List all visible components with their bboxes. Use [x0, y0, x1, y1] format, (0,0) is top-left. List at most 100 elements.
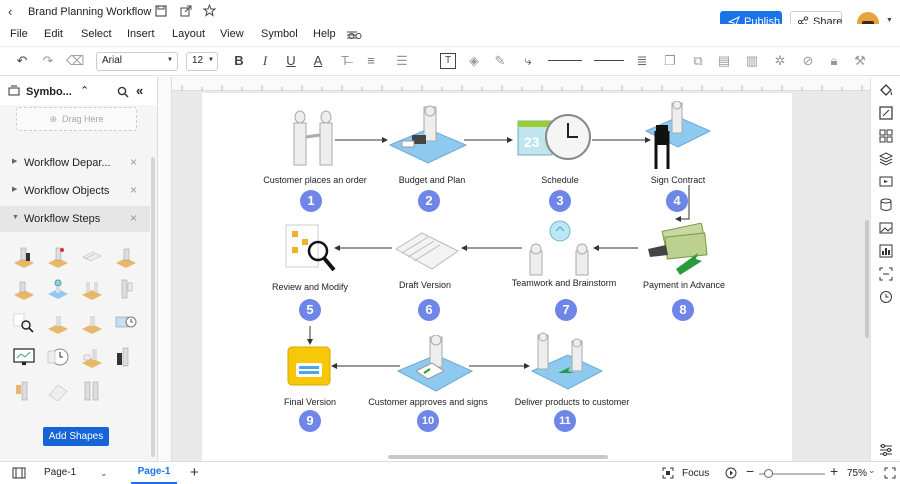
shape-thumb[interactable]: [80, 245, 104, 269]
step-label[interactable]: Draft Version: [382, 280, 468, 290]
menu-help[interactable]: Help: [313, 28, 336, 40]
align-objects-icon[interactable]: ▤: [716, 53, 732, 69]
step-label[interactable]: Customer approves and signs: [362, 397, 494, 407]
tools-icon[interactable]: ⚒: [852, 53, 868, 69]
shape-thumb[interactable]: [80, 277, 104, 301]
text-style-icon[interactable]: T̶: [337, 53, 353, 69]
menu-view[interactable]: View: [220, 28, 244, 40]
step-label[interactable]: Review and Modify: [260, 282, 360, 292]
arrow-style-select[interactable]: [594, 60, 624, 61]
shape-thumb[interactable]: [114, 245, 138, 269]
redo-icon[interactable]: ↷: [40, 53, 56, 69]
text-box-icon[interactable]: T: [440, 53, 456, 69]
fit-icon[interactable]: [879, 267, 893, 281]
step-label[interactable]: Schedule: [522, 175, 598, 185]
step-label[interactable]: Deliver products to customer: [502, 397, 642, 407]
grid-icon[interactable]: [879, 129, 893, 143]
menu-symbol[interactable]: Symbol: [261, 28, 298, 40]
collapse-panel-icon[interactable]: «: [136, 83, 143, 98]
document-title[interactable]: Brand Planning Workflow: [28, 6, 151, 18]
zoom-value[interactable]: 75%: [847, 468, 867, 479]
fill-icon[interactable]: ◈: [466, 53, 482, 69]
fill-bucket-icon[interactable]: [879, 83, 893, 97]
star-icon[interactable]: [203, 4, 216, 17]
font-family-select[interactable]: Arial ▼: [96, 52, 178, 71]
step-label[interactable]: Final Version: [268, 397, 352, 407]
binoculars-icon[interactable]: [348, 30, 362, 40]
hide-icon[interactable]: ⊘: [800, 53, 816, 69]
font-size-select[interactable]: 12 ▼: [186, 52, 218, 71]
section-workflow-departments[interactable]: ▶ Workflow Depar... ×: [0, 150, 150, 176]
close-icon[interactable]: ×: [130, 211, 137, 225]
group-icon[interactable]: ❐: [662, 53, 678, 69]
underline-icon[interactable]: U: [283, 53, 299, 69]
shape-thumb[interactable]: [114, 311, 138, 335]
menu-file[interactable]: File: [10, 28, 28, 40]
step-label[interactable]: Customer places an order: [252, 175, 378, 185]
layers-icon[interactable]: [879, 152, 893, 166]
search-icon[interactable]: [117, 86, 129, 98]
page-layout-icon[interactable]: [12, 467, 26, 479]
step-label[interactable]: Budget and Plan: [382, 175, 482, 185]
page-select[interactable]: Page-1 ⌄: [44, 467, 110, 481]
collapse-up-icon[interactable]: ⌃: [80, 84, 89, 97]
shape-thumb[interactable]: [12, 277, 36, 301]
shape-thumb[interactable]: [46, 311, 70, 335]
undo-icon[interactable]: ↶: [14, 53, 30, 69]
focus-icon[interactable]: [662, 467, 674, 479]
shape-thumb[interactable]: [80, 345, 104, 369]
presentation-icon[interactable]: [879, 175, 893, 189]
connector-icon[interactable]: ⤷: [520, 53, 536, 69]
zoom-in-icon[interactable]: +: [830, 463, 838, 479]
add-shapes-button[interactable]: Add Shapes: [43, 427, 109, 446]
step-label[interactable]: Teamwork and Brainstorm: [502, 278, 626, 288]
style-icon[interactable]: [879, 106, 893, 120]
menu-edit[interactable]: Edit: [44, 28, 63, 40]
shape-thumb[interactable]: [80, 379, 104, 403]
zoom-out-icon[interactable]: −: [746, 463, 754, 479]
image-icon[interactable]: [879, 221, 893, 235]
step-label[interactable]: Sign Contract: [640, 175, 716, 185]
focus-label[interactable]: Focus: [682, 468, 709, 479]
shape-thumb[interactable]: [46, 379, 70, 403]
history-icon[interactable]: [879, 290, 893, 304]
shape-thumb[interactable]: [12, 379, 36, 403]
distribute-icon[interactable]: ▥: [744, 53, 760, 69]
shape-thumb[interactable]: [114, 277, 138, 301]
clear-format-icon[interactable]: ⌫: [66, 53, 84, 69]
shape-thumb[interactable]: [12, 245, 36, 269]
drag-here-box[interactable]: ⊕ Drag Here: [16, 107, 137, 131]
close-icon[interactable]: ×: [130, 183, 137, 197]
section-workflow-steps[interactable]: ▼ Workflow Steps ×: [0, 206, 150, 232]
shape-thumb[interactable]: [12, 345, 36, 369]
font-color-icon[interactable]: A: [310, 53, 326, 69]
arrange-icon[interactable]: ⧉: [690, 53, 706, 69]
save-icon[interactable]: [155, 5, 167, 17]
shape-thumb[interactable]: [46, 245, 70, 269]
fullscreen-icon[interactable]: [884, 467, 896, 479]
zoom-slider-handle[interactable]: [764, 469, 773, 478]
shape-thumb[interactable]: [80, 311, 104, 335]
spacing-icon[interactable]: ☰: [394, 53, 410, 69]
lock-icon[interactable]: 🔒︎: [826, 53, 842, 69]
menu-layout[interactable]: Layout: [172, 28, 205, 40]
pen-icon[interactable]: ✎: [492, 53, 508, 69]
panel-scrollbar[interactable]: [151, 157, 155, 457]
bold-icon[interactable]: B: [231, 53, 247, 69]
menu-insert[interactable]: Insert: [127, 28, 155, 40]
shape-thumb[interactable]: [114, 345, 138, 369]
database-icon[interactable]: [879, 198, 893, 212]
step-label[interactable]: Payment in Advance: [632, 280, 736, 290]
play-icon[interactable]: [725, 467, 737, 479]
diagram-page[interactable]: 23 Customer places an order Budget and P…: [202, 93, 792, 463]
shape-thumb[interactable]: [46, 345, 70, 369]
chart-icon[interactable]: [879, 244, 893, 258]
italic-icon[interactable]: I: [257, 53, 273, 69]
line-style-select[interactable]: [548, 60, 582, 61]
account-dropdown-icon[interactable]: ▼: [886, 17, 893, 24]
line-weight-icon[interactable]: ≣: [634, 53, 650, 69]
canvas-horizontal-scrollbar[interactable]: [388, 455, 608, 459]
settings-sliders-icon[interactable]: [879, 443, 893, 457]
zoom-dropdown-icon[interactable]: ⌄: [868, 465, 876, 476]
canvas-vertical-scrollbar[interactable]: [865, 220, 869, 338]
